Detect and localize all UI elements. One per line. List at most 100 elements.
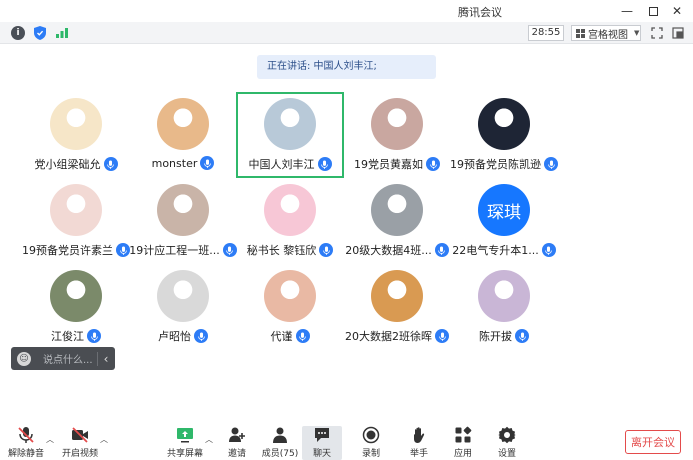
- participant-tile[interactable]: 秘书长 黎钰欣: [236, 178, 344, 264]
- participant-name-row: 陈开拔: [450, 328, 558, 344]
- participant-tile[interactable]: 20大数据2班徐晖: [343, 264, 451, 350]
- add-user-icon: [229, 427, 245, 442]
- participant-name: 中国人刘丰江: [248, 158, 315, 171]
- members-button[interactable]: 成员(75): [258, 426, 302, 460]
- raise-hand-button[interactable]: 举手: [397, 426, 441, 460]
- invite-button[interactable]: 邀请: [215, 426, 259, 460]
- participant-name: 党小组梁础允: [34, 158, 101, 171]
- chevron-left-icon[interactable]: ‹: [98, 352, 114, 366]
- unmute-label: 解除静音: [7, 449, 44, 459]
- participant-name-row: 中国人刘丰江: [238, 156, 342, 172]
- shield-icon[interactable]: [33, 26, 47, 40]
- video-off-icon: [72, 427, 88, 443]
- avatar: [157, 270, 209, 322]
- avatar: [371, 98, 423, 150]
- unmute-button[interactable]: 解除静音: [4, 426, 48, 460]
- leave-meeting-button[interactable]: 离开会议: [625, 430, 681, 454]
- participant-name: 20大数据2班徐晖: [345, 330, 432, 343]
- participant-name: 20级大数据4班...: [345, 244, 432, 257]
- maximize-icon: [648, 6, 658, 16]
- view-mode-select[interactable]: 宫格视图 ▼: [571, 25, 641, 41]
- mic-icon: [435, 329, 449, 343]
- mic-icon: [541, 243, 556, 257]
- gear-icon: [498, 426, 516, 444]
- participant-name-row: 代谨: [236, 328, 344, 344]
- mic-icon: [295, 329, 310, 343]
- participant-name-row: 22电气专升本1...: [450, 242, 558, 258]
- participant-name: 19计应工程一班...: [129, 244, 220, 257]
- start-video-button[interactable]: 开启视频: [58, 426, 102, 460]
- participant-tile[interactable]: 卢昭怡: [129, 264, 237, 350]
- participant-tile[interactable]: 江俊江: [22, 264, 130, 350]
- apps-icon: [455, 426, 472, 443]
- participant-name: 代谨: [270, 330, 293, 343]
- avatar: [264, 98, 316, 150]
- participant-tile[interactable]: monster: [129, 92, 237, 178]
- mic-icon: [426, 157, 440, 171]
- participant-name-row: 19计应工程一班...: [129, 242, 237, 258]
- participant-name-row: 党小组梁础允: [22, 156, 130, 172]
- share-screen-button[interactable]: 共享屏幕: [163, 426, 207, 460]
- maximize-button[interactable]: [642, 2, 664, 20]
- record-label: 录制: [361, 449, 380, 459]
- participant-tile[interactable]: 党小组梁础允: [22, 92, 130, 178]
- hand-icon: [414, 427, 425, 443]
- signal-icon[interactable]: [55, 26, 69, 40]
- avatar: [264, 270, 316, 322]
- avatar: [50, 270, 102, 322]
- participant-name: 19预备党员许素兰: [22, 244, 113, 257]
- participant-name: 陈开拔: [479, 330, 512, 343]
- participant-name-row: monster: [129, 156, 237, 170]
- chat-quick-input[interactable]: ☺ 说点什么... ‹: [11, 347, 115, 370]
- fullscreen-icon[interactable]: [650, 26, 664, 40]
- participant-name: 19预备党员陈凯逊: [450, 158, 541, 171]
- members-label: 成员(75): [261, 449, 299, 459]
- float-window-icon[interactable]: [671, 26, 685, 40]
- participant-tile[interactable]: 20级大数据4班...: [343, 178, 451, 264]
- participant-name: monster: [151, 156, 198, 170]
- participant-tile[interactable]: 中国人刘丰江: [236, 92, 344, 178]
- participant-name-row: 19预备党员陈凯逊: [450, 156, 558, 172]
- close-button[interactable]: ✕: [666, 2, 688, 20]
- participant-tile[interactable]: 代谨: [236, 264, 344, 350]
- participant-tile[interactable]: 19预备党员陈凯逊: [450, 92, 558, 178]
- minimize-button[interactable]: —: [616, 2, 638, 20]
- avatar: 琛琪: [478, 184, 530, 236]
- participant-name-row: 卢昭怡: [129, 328, 237, 344]
- settings-button[interactable]: 设置: [485, 426, 529, 460]
- participant-name: 19党员黄嘉如: [354, 158, 423, 171]
- share-screen-label: 共享屏幕: [166, 449, 203, 459]
- members-icon: [273, 427, 287, 443]
- info-icon[interactable]: i: [11, 26, 25, 40]
- mic-icon: [319, 243, 334, 257]
- audio-options-caret[interactable]: ︿: [46, 434, 54, 445]
- apps-button[interactable]: 应用: [441, 426, 485, 460]
- participant-name-row: 19预备党员许素兰: [22, 242, 130, 258]
- chat-icon: [315, 428, 329, 442]
- record-button[interactable]: 录制: [349, 426, 393, 460]
- participant-tile[interactable]: 陈开拔: [450, 264, 558, 350]
- participant-name: 秘书长 黎钰欣: [246, 244, 317, 257]
- chat-input-placeholder[interactable]: 说点什么...: [43, 351, 97, 366]
- mic-icon: [87, 329, 101, 343]
- participant-tile[interactable]: 琛琪 22电气专升本1...: [450, 178, 558, 264]
- mic-icon: [434, 243, 449, 257]
- participant-tile[interactable]: 19党员黄嘉如: [343, 92, 451, 178]
- mic-icon: [222, 243, 237, 257]
- avatar: [264, 184, 316, 236]
- video-options-caret[interactable]: ︿: [100, 434, 108, 445]
- mic-off-icon: [18, 427, 34, 443]
- avatar: [50, 184, 102, 236]
- raise-hand-label: 举手: [409, 449, 428, 459]
- avatar: [371, 270, 423, 322]
- share-options-caret[interactable]: ︿: [205, 434, 213, 445]
- participant-tile[interactable]: 19预备党员许素兰: [22, 178, 130, 264]
- participant-name-row: 江俊江: [22, 328, 130, 344]
- emoji-icon[interactable]: ☺: [17, 351, 31, 366]
- chat-button[interactable]: 聊天: [302, 426, 342, 460]
- participant-name-row: 20大数据2班徐晖: [343, 328, 451, 344]
- record-icon: [362, 426, 380, 444]
- meeting-toolbar: i 28:55 宫格视图 ▼: [0, 22, 693, 44]
- participant-tile[interactable]: 19计应工程一班...: [129, 178, 237, 264]
- mic-icon: [103, 157, 118, 171]
